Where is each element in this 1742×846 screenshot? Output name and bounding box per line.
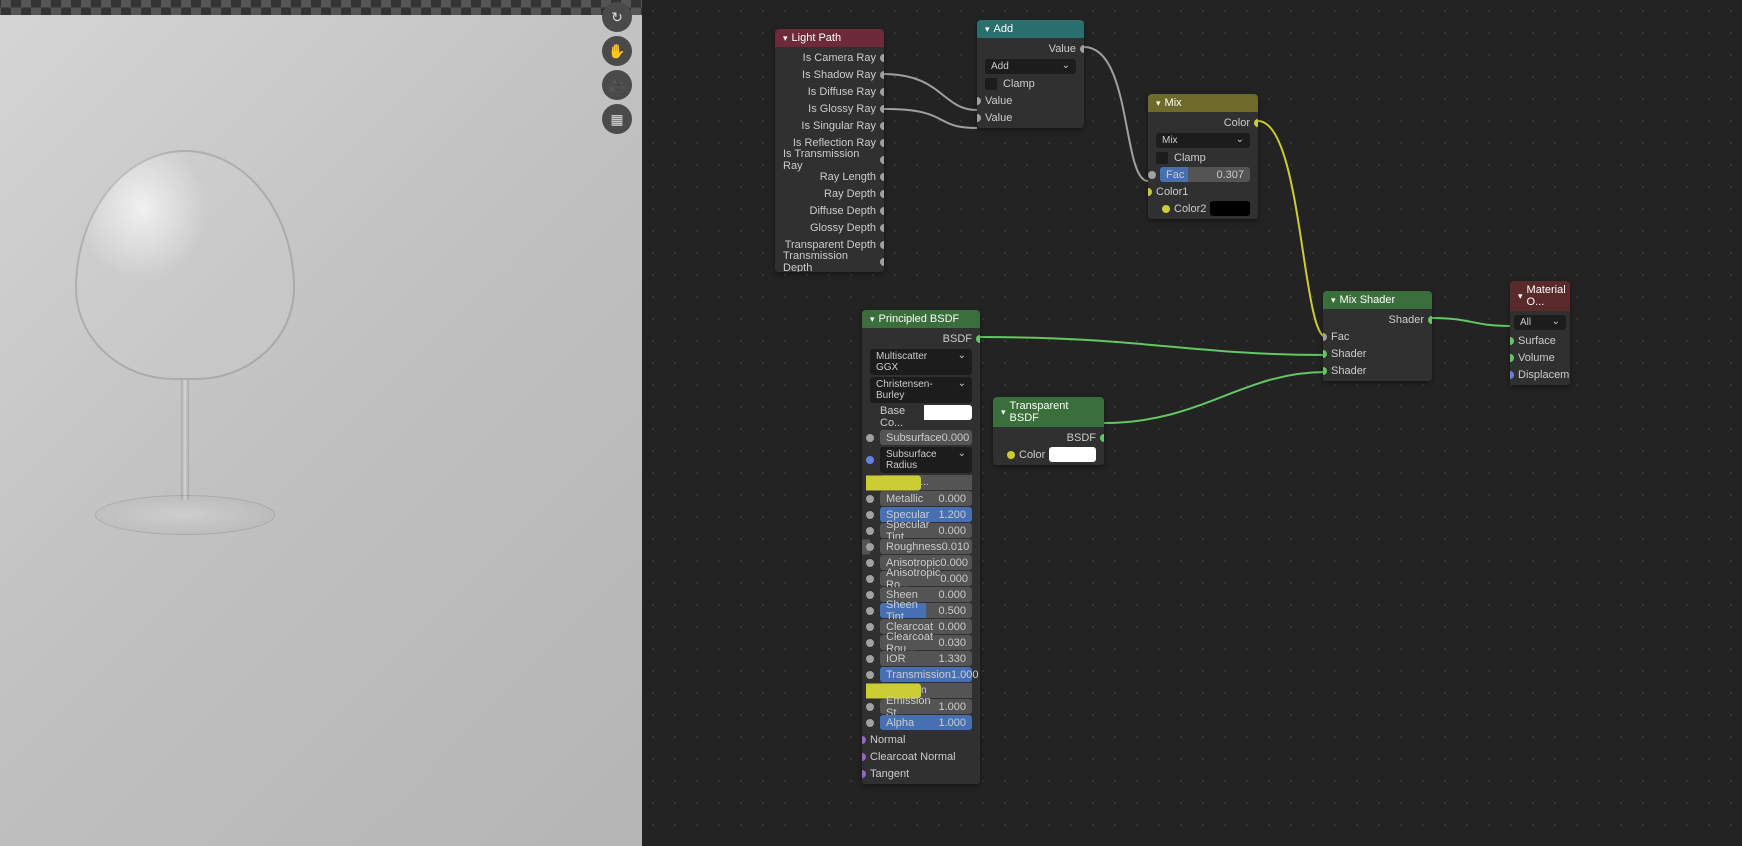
distribution-dropdown[interactable]: Multiscatter GGX xyxy=(870,349,972,375)
output-socket[interactable]: Ray Depth xyxy=(775,185,884,202)
param-anisotropic-ro-[interactable]: Anisotropic Ro...0.000 xyxy=(880,571,972,586)
node-header[interactable]: Material O... xyxy=(1510,281,1570,311)
output-socket[interactable]: Is Diffuse Ray xyxy=(775,83,884,100)
viewport-3d[interactable]: ↻ ✋ 🎥 ▦ xyxy=(0,0,642,846)
render-preview-glass xyxy=(75,150,295,600)
node-mix-rgb[interactable]: Mix Color Mix Clamp Fac0.307 Color1 Colo… xyxy=(1148,94,1258,219)
output-socket[interactable]: Is Singular Ray xyxy=(775,117,884,134)
output-socket[interactable]: Is Transmission Ray xyxy=(775,151,884,168)
node-editor[interactable]: Light Path Is Camera RayIs Shadow RayIs … xyxy=(642,0,1742,846)
node-header[interactable]: Add xyxy=(977,20,1084,38)
param-metallic[interactable]: Metallic0.000 xyxy=(880,491,972,506)
input-clearcoat-normal[interactable]: Clearcoat Normal xyxy=(862,748,980,765)
output-color: Color xyxy=(1148,114,1258,131)
param-emission-st-[interactable]: Emission St...1.000 xyxy=(880,699,972,714)
viewport-tool-buttons: ↻ ✋ 🎥 ▦ xyxy=(602,2,632,134)
node-header[interactable]: Light Path xyxy=(775,29,884,47)
param-specular-tint[interactable]: Specular Tint0.000 xyxy=(880,523,972,538)
param-sheen-tint[interactable]: Sheen Tint0.500 xyxy=(880,603,972,618)
node-header[interactable]: Mix Shader xyxy=(1323,291,1432,309)
pan-icon[interactable]: ✋ xyxy=(602,36,632,66)
orbit-icon[interactable]: ↻ xyxy=(602,2,632,32)
clamp-checkbox[interactable]: Clamp xyxy=(1148,150,1258,166)
input-value-1[interactable]: Value xyxy=(977,92,1084,109)
input-surface[interactable]: Surface xyxy=(1510,332,1570,349)
sss-method-dropdown[interactable]: Christensen-Burley xyxy=(870,377,972,403)
param-alpha[interactable]: Alpha1.000 xyxy=(880,715,972,730)
input-shader-1[interactable]: Shader xyxy=(1323,345,1432,362)
output-shader: Shader xyxy=(1323,311,1432,328)
output-socket[interactable]: Transmission Depth xyxy=(775,253,884,270)
clamp-checkbox[interactable]: Clamp xyxy=(977,76,1084,92)
input-normal[interactable]: Normal xyxy=(862,731,980,748)
node-transparent-bsdf[interactable]: Transparent BSDF BSDF Color xyxy=(993,397,1104,465)
subsurface-radius[interactable]: Subsurface Radius xyxy=(880,447,972,473)
output-socket[interactable]: Is Camera Ray xyxy=(775,49,884,66)
node-header[interactable]: Mix xyxy=(1148,94,1258,112)
output-socket[interactable]: Diffuse Depth xyxy=(775,202,884,219)
output-socket[interactable]: Ray Length xyxy=(775,168,884,185)
output-socket[interactable]: Is Shadow Ray xyxy=(775,66,884,83)
input-value-2[interactable]: Value xyxy=(977,109,1084,126)
node-light-path[interactable]: Light Path Is Camera RayIs Shadow RayIs … xyxy=(775,29,884,272)
subsurface-color[interactable]: Subsurf... xyxy=(880,475,972,490)
node-math-add[interactable]: Add Value Add Clamp Value Value xyxy=(977,20,1084,128)
node-principled-bsdf[interactable]: Principled BSDF BSDF Multiscatter GGX Ch… xyxy=(862,310,980,784)
input-shader-2[interactable]: Shader xyxy=(1323,362,1432,379)
param-clearcoat-rou-[interactable]: Clearcoat Rou...0.030 xyxy=(880,635,972,650)
input-volume[interactable]: Volume xyxy=(1510,349,1570,366)
param-roughness[interactable]: Roughness0.010 xyxy=(880,539,972,554)
blend-type-dropdown[interactable]: Mix xyxy=(1156,133,1250,148)
fac-slider[interactable]: Fac0.307 xyxy=(1160,167,1250,182)
node-header[interactable]: Transparent BSDF xyxy=(993,397,1104,427)
input-color2[interactable]: Color2 xyxy=(1162,201,1250,216)
output-bsdf: BSDF xyxy=(862,330,980,347)
param-subsurface[interactable]: Subsurface0.000 xyxy=(880,430,972,445)
param-ior[interactable]: IOR1.330 xyxy=(880,651,972,666)
output-socket[interactable]: Glossy Depth xyxy=(775,219,884,236)
output-value: Value xyxy=(977,40,1084,57)
input-color[interactable]: Color xyxy=(1007,447,1096,462)
output-socket[interactable]: Is Glossy Ray xyxy=(775,100,884,117)
camera-icon[interactable]: 🎥 xyxy=(602,70,632,100)
output-bsdf: BSDF xyxy=(993,429,1104,446)
node-material-output[interactable]: Material O... All Surface Volume Displac… xyxy=(1510,281,1570,385)
input-displacement[interactable]: Displacement xyxy=(1510,366,1570,383)
input-fac[interactable]: Fac xyxy=(1323,328,1432,345)
node-mix-shader[interactable]: Mix Shader Shader Fac Shader Shader xyxy=(1323,291,1432,381)
input-tangent[interactable]: Tangent xyxy=(862,765,980,782)
grid-icon[interactable]: ▦ xyxy=(602,104,632,134)
param-transmission[interactable]: Transmission1.000 xyxy=(880,667,972,682)
node-header[interactable]: Principled BSDF xyxy=(862,310,980,328)
math-operation-dropdown[interactable]: Add xyxy=(985,59,1076,74)
target-dropdown[interactable]: All xyxy=(1514,315,1566,330)
base-color-input[interactable]: Base Co... xyxy=(880,405,972,429)
input-color1[interactable]: Color1 xyxy=(1148,183,1258,200)
